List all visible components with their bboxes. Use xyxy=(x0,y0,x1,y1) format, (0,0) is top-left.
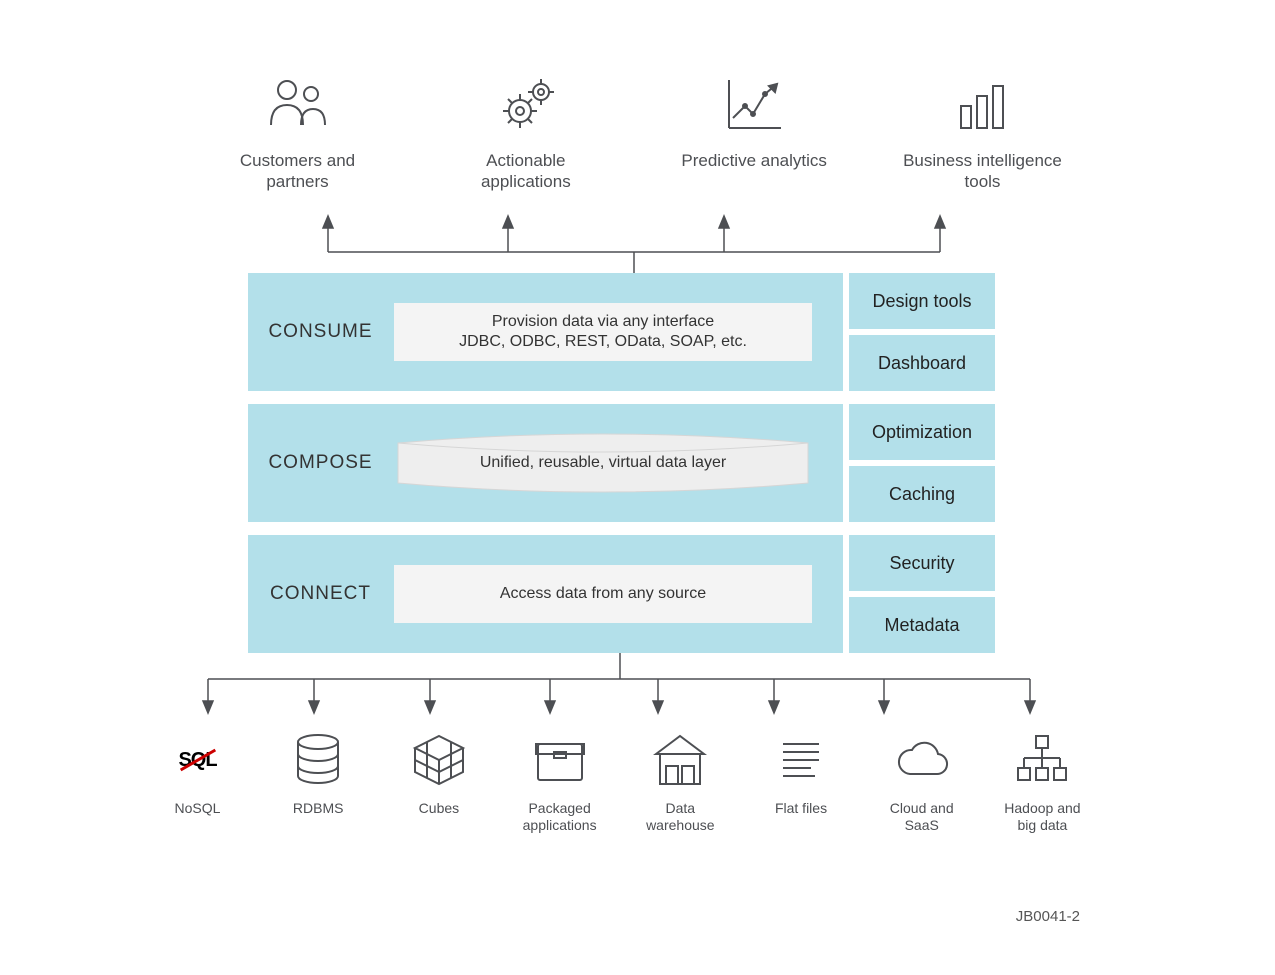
consumers-row: Customers andpartners Actionableapplicat… xyxy=(195,70,1085,193)
consumer-predictive: Predictive analytics xyxy=(652,70,857,193)
source-cloud: Cloud andSaaS xyxy=(864,730,979,834)
source-rdbms: RDBMS xyxy=(261,730,376,834)
side-caching: Caching xyxy=(849,466,995,522)
compose-disc: Unified, reusable, virtual data layer xyxy=(394,431,812,495)
source-label: Flat files xyxy=(775,800,827,817)
consumer-bi: Business intelligencetools xyxy=(880,70,1085,193)
source-label: RDBMS xyxy=(293,800,344,817)
nosql-icon: SQL xyxy=(168,730,228,790)
row-connect-panel: CONNECT Access data from any source xyxy=(248,535,843,653)
top-arrows xyxy=(286,212,982,278)
source-packaged: Packagedapplications xyxy=(502,730,617,834)
source-label: Hadoop andbig data xyxy=(1004,800,1080,834)
row-compose-body: Unified, reusable, virtual data layer xyxy=(393,431,843,495)
row-consume: CONSUME Provision data via any interface… xyxy=(248,273,993,391)
compose-line1: Unified, reusable, virtual data layer xyxy=(480,454,726,472)
row-consume-label: CONSUME xyxy=(248,321,393,343)
consumer-label: Business intelligencetools xyxy=(903,150,1062,193)
source-label: Datawarehouse xyxy=(646,800,715,834)
source-label: Packagedapplications xyxy=(523,800,597,834)
chart-icon xyxy=(719,70,789,140)
consumer-label: Predictive analytics xyxy=(681,150,827,171)
cloud-icon xyxy=(892,730,952,790)
row-compose-label: COMPOSE xyxy=(248,452,393,474)
sources-row: SQL NoSQL RDBMS xyxy=(140,730,1100,834)
bottom-arrows xyxy=(160,653,1080,719)
row-connect: CONNECT Access data from any source Secu… xyxy=(248,535,993,653)
side-design-tools: Design tools xyxy=(849,273,995,329)
db-icon xyxy=(288,730,348,790)
row-compose: COMPOSE Unified, reusable, virtual data … xyxy=(248,404,993,522)
hadoop-icon xyxy=(1012,730,1072,790)
consume-side: Design tools Dashboard xyxy=(849,273,995,391)
consume-inner-box: Provision data via any interface JDBC, O… xyxy=(394,303,812,361)
consume-line2: JDBC, ODBC, REST, OData, SOAP, etc. xyxy=(459,332,747,352)
compose-side: Optimization Caching xyxy=(849,404,995,522)
consumer-applications: Actionableapplications xyxy=(423,70,628,193)
gear-icon xyxy=(491,70,561,140)
row-consume-body: Provision data via any interface JDBC, O… xyxy=(393,303,843,361)
side-security: Security xyxy=(849,535,995,591)
connect-inner-box: Access data from any source xyxy=(394,565,812,623)
connect-side: Security Metadata xyxy=(849,535,995,653)
row-consume-panel: CONSUME Provision data via any interface… xyxy=(248,273,843,391)
cube-icon xyxy=(409,730,469,790)
source-flatfiles: Flat files xyxy=(744,730,859,834)
files-icon xyxy=(771,730,831,790)
consumer-label: Actionableapplications xyxy=(481,150,571,193)
source-cubes: Cubes xyxy=(381,730,496,834)
people-icon xyxy=(263,70,333,140)
warehouse-icon xyxy=(650,730,710,790)
side-optimization: Optimization xyxy=(849,404,995,460)
connect-line1: Access data from any source xyxy=(500,584,706,604)
source-nosql: SQL NoSQL xyxy=(140,730,255,834)
diagram-stage: Customers andpartners Actionableapplicat… xyxy=(0,0,1275,975)
source-hadoop: Hadoop andbig data xyxy=(985,730,1100,834)
row-connect-label: CONNECT xyxy=(248,583,393,605)
consumer-label: Customers andpartners xyxy=(240,150,355,193)
source-warehouse: Datawarehouse xyxy=(623,730,738,834)
consume-line1: Provision data via any interface xyxy=(492,312,714,332)
side-metadata: Metadata xyxy=(849,597,995,653)
source-label: Cloud andSaaS xyxy=(890,800,954,834)
row-compose-panel: COMPOSE Unified, reusable, virtual data … xyxy=(248,404,843,522)
source-label: Cubes xyxy=(419,800,459,817)
side-dashboard: Dashboard xyxy=(849,335,995,391)
consumer-customers: Customers andpartners xyxy=(195,70,400,193)
main-layers: CONSUME Provision data via any interface… xyxy=(248,273,993,653)
row-connect-body: Access data from any source xyxy=(393,565,843,623)
footer-id: JB0041-2 xyxy=(1016,908,1080,925)
source-label: NoSQL xyxy=(175,800,221,817)
packaged-icon xyxy=(530,730,590,790)
bi-icon xyxy=(947,70,1017,140)
